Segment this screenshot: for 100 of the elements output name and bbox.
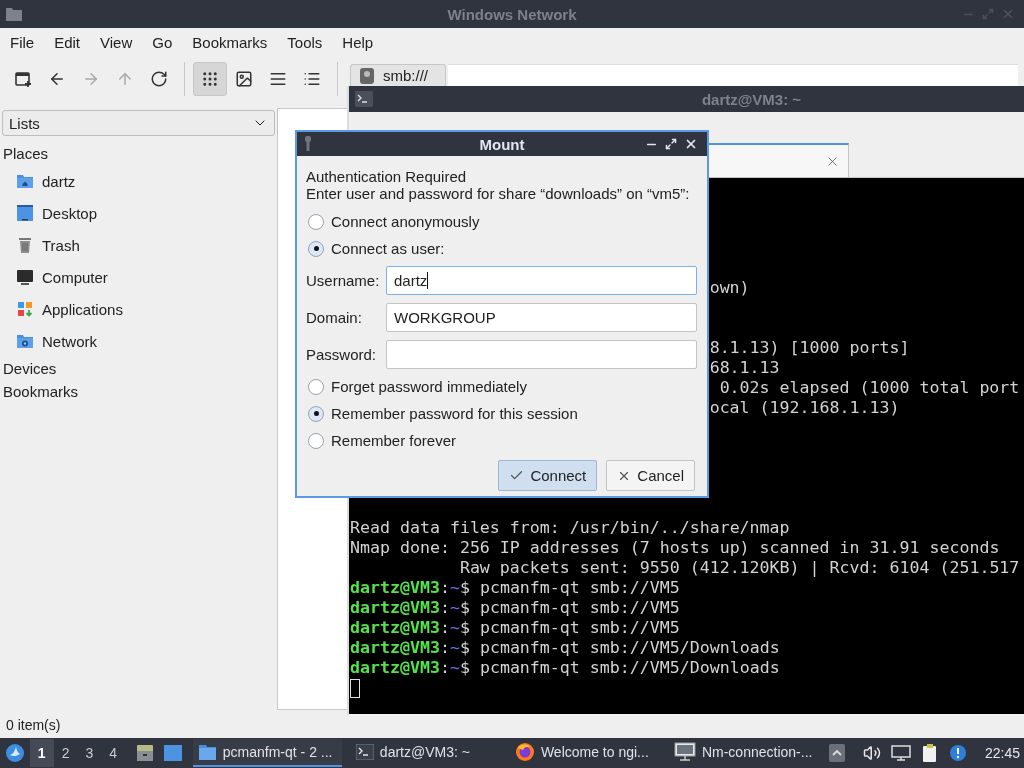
task-button[interactable]: pcmanfm-qt - 2 ... <box>192 739 342 767</box>
input-field[interactable]: WORKGROUP <box>386 303 697 332</box>
task-label: Nm-connection-... <box>701 744 813 760</box>
menu-item[interactable]: Bookmarks <box>182 33 278 51</box>
terminal-line: 0.02s elapsed (1000 total port <box>718 378 1020 398</box>
sidebar-item[interactable]: Network <box>2 325 275 357</box>
task-button[interactable]: Nm-connection-... <box>669 739 819 767</box>
radio-button[interactable] <box>308 378 324 395</box>
clipboard-icon[interactable] <box>921 743 939 763</box>
task-label: dartz@VM3: ~ <box>379 744 470 760</box>
terminal-line: dartz@VM3:~$ pcmanfm-qt smb://VM5 <box>350 578 680 598</box>
desktop-icon[interactable] <box>162 744 183 762</box>
terminal-line: Read data files from: /usr/bin/../share/nmap <box>350 518 790 538</box>
menu-item[interactable]: Tools <box>277 33 333 51</box>
radio-button[interactable] <box>308 240 324 257</box>
menu-item[interactable]: Edit <box>44 33 91 51</box>
terminal-line: ocal (192.168.1.13) <box>709 398 900 418</box>
folder-icon <box>196 743 217 761</box>
section-title: Devices <box>2 359 57 379</box>
clock: 22:45 <box>984 745 1021 761</box>
desktop-switch[interactable]: 3 <box>77 739 102 767</box>
task-label: pcmanfm-qt - 2 ... <box>222 744 333 760</box>
connect-button[interactable]: Connect <box>498 460 598 491</box>
section-title: Bookmarks <box>2 382 79 402</box>
window-title: Mount <box>479 135 525 153</box>
sidebar-item[interactable]: Computer <box>2 261 275 293</box>
app-grid-icon <box>16 300 34 318</box>
terminal-line: dartz@VM3:~$ pcmanfm-qt smb://VM5/Downloads <box>350 638 780 658</box>
logo-icon[interactable] <box>4 743 25 763</box>
field-label: Domain: <box>306 309 363 326</box>
image-icon[interactable] <box>235 70 253 88</box>
browser-icon <box>514 742 535 762</box>
task-label: Welcome to ngi... <box>540 744 649 760</box>
field-label: Username: <box>306 272 381 289</box>
close-icon[interactable] <box>684 137 698 151</box>
key-icon <box>303 136 313 152</box>
desktop-switch[interactable]: 2 <box>53 739 78 767</box>
terminal-line: Nmap done: 256 IP addresses (7 hosts up) scanned in 31.91 seconds <box>350 538 1000 558</box>
input-field[interactable]: dartz <box>386 266 697 295</box>
terminal-icon <box>355 91 373 107</box>
menu-item[interactable]: File <box>0 33 45 51</box>
alert-icon[interactable] <box>949 744 967 762</box>
terminal-line: dartz@VM3:~$ pcmanfm-qt smb://VM5 <box>350 618 680 638</box>
status-text: 0 item(s) <box>6 717 61 733</box>
network-monitor-icon <box>673 742 696 762</box>
network-folder-icon <box>16 332 34 350</box>
desktop-icon <box>16 204 34 222</box>
home-folder-icon <box>16 172 34 190</box>
radio-button[interactable] <box>308 405 324 422</box>
radio-label[interactable]: Remember forever <box>331 432 457 449</box>
new-window-icon[interactable] <box>14 70 32 88</box>
terminal-icon <box>355 744 374 760</box>
field-label: Password: <box>306 346 378 363</box>
section-title: Places <box>2 144 49 164</box>
reload-icon[interactable] <box>150 70 168 88</box>
text-cursor <box>350 679 360 698</box>
terminal-line: Raw packets sent: 9550 (412.120KB) | Rcvd: 6104 (251.517 <box>458 558 1020 578</box>
menu-item[interactable]: View <box>90 33 143 51</box>
address-field[interactable] <box>448 64 1018 86</box>
message-text: Enter user and password for share “downloads” on “vm5”: <box>306 185 691 202</box>
lists-dropdown[interactable]: Lists <box>2 110 275 136</box>
radio-label[interactable]: Remember password for this session <box>331 405 578 422</box>
window-title: Windows Network <box>447 5 577 23</box>
chevron-up-icon[interactable] <box>829 744 845 762</box>
network-icon[interactable] <box>891 744 911 762</box>
radio-label[interactable]: Connect anonymously <box>331 213 480 230</box>
file-cabinet-icon[interactable] <box>135 743 156 763</box>
sidebar-item[interactable]: Applications <box>2 293 275 325</box>
terminal-line: 68.1.13 <box>709 358 780 378</box>
sidebar-item[interactable]: Desktop <box>2 197 275 229</box>
task-button[interactable]: dartz@VM3: ~ <box>351 739 501 767</box>
heading-text: Authentication Required <box>306 168 468 185</box>
sidebar-item[interactable]: dartz <box>2 165 275 197</box>
terminal-line: own) <box>709 278 750 298</box>
list-icon[interactable] <box>303 70 321 88</box>
trash-icon <box>16 236 34 254</box>
monitor-icon <box>16 268 34 286</box>
terminal-line: dartz@VM3:~$ pcmanfm-qt smb://VM5/Downloads <box>350 658 780 678</box>
terminal-line: dartz@VM3:~$ pcmanfm-qt smb://VM5 <box>350 598 680 618</box>
lines-icon[interactable] <box>269 70 287 88</box>
radio-label[interactable]: Forget password immediately <box>331 378 527 395</box>
radio-label[interactable]: Connect as user: <box>331 240 445 257</box>
drive-icon <box>359 66 375 85</box>
input-field[interactable] <box>386 340 697 369</box>
speaker-icon[interactable] <box>863 744 881 762</box>
desktop-switch[interactable]: 4 <box>101 739 126 767</box>
maximize-icon[interactable] <box>665 138 677 150</box>
cancel-button[interactable]: Cancel <box>606 460 695 491</box>
desktop-switch[interactable]: 1 <box>29 739 54 767</box>
task-button[interactable]: Welcome to ngi... <box>510 739 660 767</box>
grid-icon[interactable] <box>201 70 219 88</box>
window-title: dartz@VM3: ~ <box>701 90 802 108</box>
sidebar-item[interactable]: Trash <box>2 229 275 261</box>
radio-button[interactable] <box>308 213 324 230</box>
menu-item[interactable]: Go <box>142 33 183 51</box>
folder-icon <box>6 7 22 21</box>
icon-view-button[interactable] <box>193 62 227 96</box>
radio-button[interactable] <box>308 432 324 449</box>
path-button[interactable]: smb:/// <box>350 64 446 86</box>
menu-item[interactable]: Help <box>332 33 384 51</box>
